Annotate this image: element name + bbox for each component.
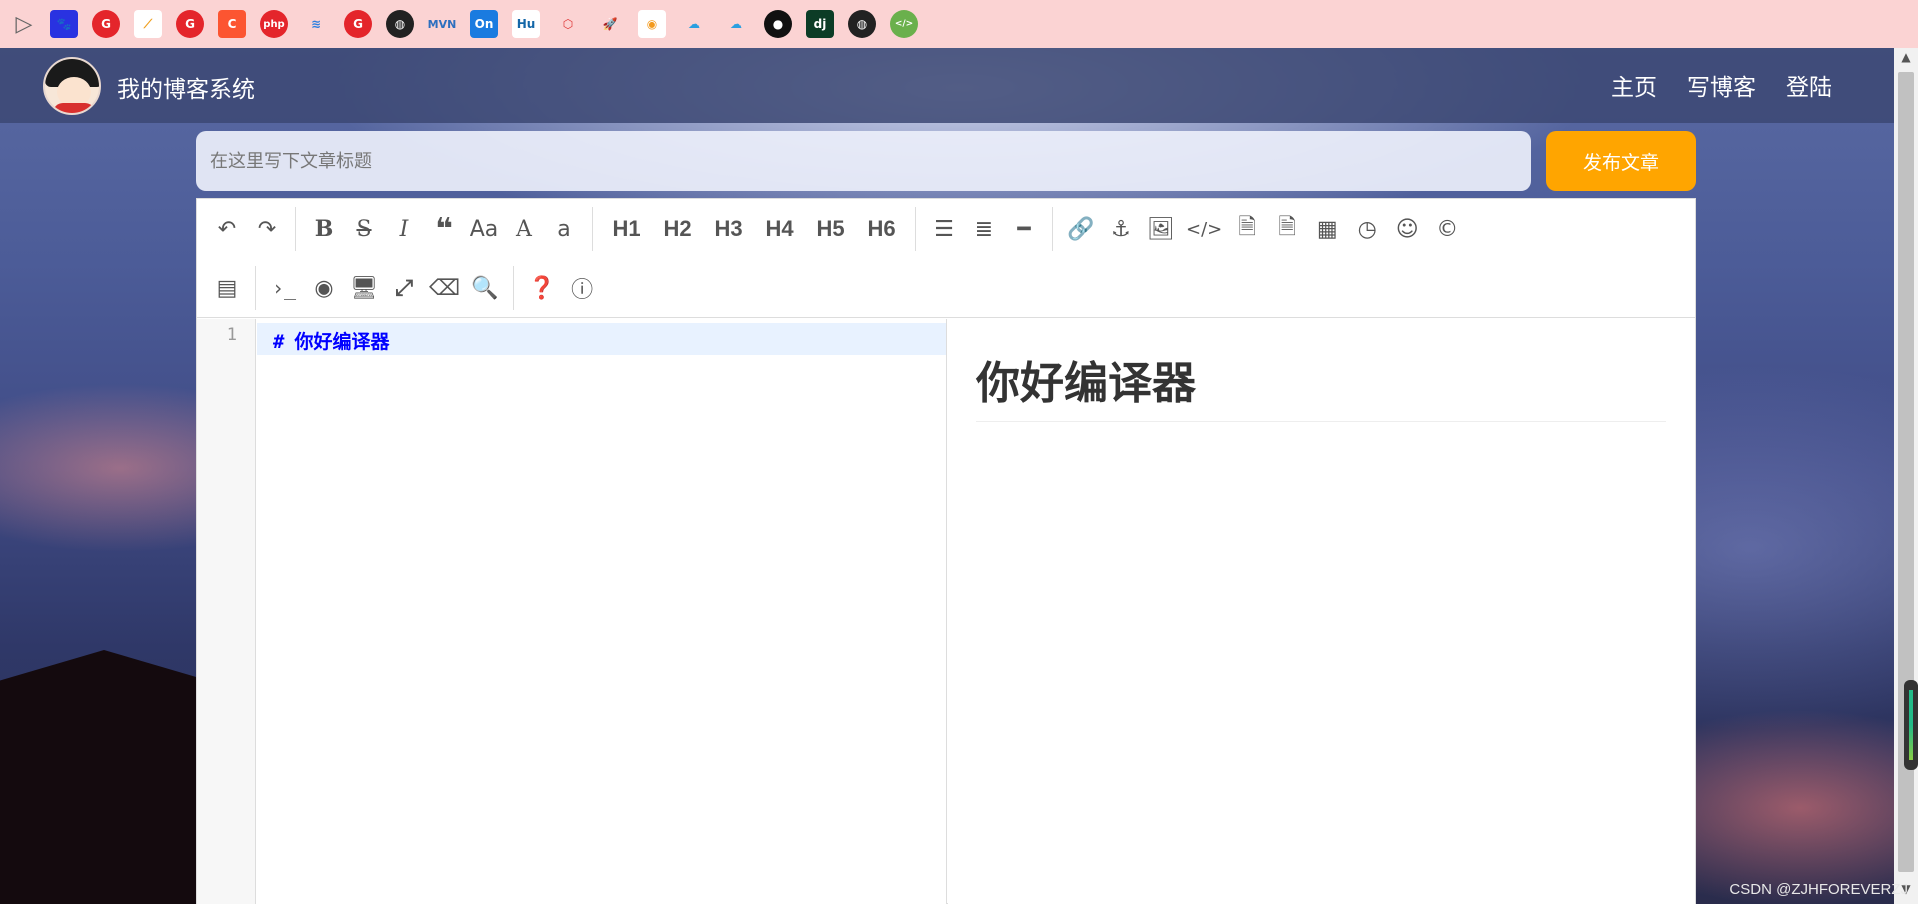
g-red-icon[interactable]: G [92, 10, 120, 38]
code-block-icon[interactable]: 🗎 [1227, 209, 1267, 249]
unordered-list-icon[interactable]: ☰ [924, 209, 964, 249]
search-icon[interactable]: 🔍 [465, 268, 505, 308]
heading-text: 你好编译器 [294, 331, 390, 353]
inline-code-icon[interactable]: </> [1181, 209, 1227, 249]
h1-icon[interactable]: H1 [601, 209, 652, 249]
quote-icon[interactable]: ❝ [424, 209, 464, 249]
help-icon[interactable]: ❓ [522, 268, 562, 308]
on-icon[interactable]: On [470, 10, 498, 38]
nav-link-home[interactable]: 主页 [1611, 68, 1657, 102]
info-icon[interactable]: ⓘ [562, 268, 602, 308]
rocket-icon[interactable]: 🚀 [596, 10, 624, 38]
cloud-icon[interactable]: ☁ [722, 10, 750, 38]
github-icon[interactable]: ● [764, 10, 792, 38]
italic-icon[interactable]: I [384, 209, 424, 249]
cloud-icon[interactable]: ☁ [680, 10, 708, 38]
horizontal-rule-icon[interactable]: ━ [1004, 209, 1044, 249]
mvn-icon[interactable]: MVN [428, 10, 457, 38]
preview-icon[interactable]: 🖥 [344, 268, 384, 308]
undo-icon[interactable]: ↶ [207, 209, 247, 249]
watermark: CSDN @ZJHFOREVERZJ [1729, 881, 1908, 898]
page-scrollbar[interactable]: ▲ ▼ [1894, 48, 1918, 904]
bold-icon[interactable]: B [304, 209, 344, 249]
h5-icon[interactable]: H5 [805, 209, 856, 249]
gitee-icon[interactable]: ◉ [638, 10, 666, 38]
image-icon[interactable]: 🖼 [1141, 209, 1181, 249]
ordered-list-icon[interactable]: ≣ [964, 209, 1004, 249]
h3-icon[interactable]: H3 [703, 209, 754, 249]
datetime-icon[interactable]: ◷ [1347, 209, 1387, 249]
nav-links: 主页 写博客 登陆 [1611, 68, 1832, 102]
line-number: 1 [226, 325, 237, 345]
uppercase-icon[interactable]: Aa [464, 209, 504, 249]
code-badge-icon[interactable]: </> [890, 10, 918, 38]
sidebar-toggle-icon[interactable]: ▷ [12, 10, 36, 38]
code-line[interactable]: # 你好编译器 [273, 327, 389, 354]
markdown-preview-pane: 你好编译器 [948, 319, 1695, 904]
lowercase-icon[interactable]: a [544, 209, 584, 249]
table-icon[interactable]: ▦ [1307, 209, 1347, 249]
site-navbar: 我的博客系统 主页 写博客 登陆 [0, 48, 1894, 123]
article-title-input[interactable] [196, 131, 1531, 191]
avatar[interactable] [43, 57, 101, 115]
markdown-editor: ↶ ↷ B S I ❝ Aa A a H1 H2 H3 H4 H5 H6 ☰ ≣… [196, 198, 1696, 904]
baidu-icon[interactable]: 🐾 [50, 10, 78, 38]
heading-marker: # [273, 331, 285, 353]
link-icon[interactable]: 🔗 [1061, 209, 1101, 249]
g-red-icon[interactable]: G [344, 10, 372, 38]
h6-icon[interactable]: H6 [856, 209, 907, 249]
nav-link-login[interactable]: 登陆 [1786, 68, 1832, 102]
nav-link-write-blog[interactable]: 写博客 [1687, 68, 1756, 102]
django-icon[interactable]: dj [806, 10, 834, 38]
slash-icon[interactable]: ⟋ [134, 10, 162, 38]
fullscreen-icon[interactable]: ⤢ [384, 268, 424, 308]
h4-icon[interactable]: H4 [754, 209, 805, 249]
font-size-icon[interactable]: A [504, 209, 544, 249]
preformatted-text-icon[interactable]: 🗎 [1267, 209, 1307, 249]
preview-heading: 你好编译器 [976, 347, 1666, 422]
site-title: 我的博客系统 [117, 77, 255, 103]
h2-icon[interactable]: H2 [652, 209, 703, 249]
globe-icon[interactable]: ◍ [848, 10, 876, 38]
cube-icon[interactable]: ⬡ [554, 10, 582, 38]
anchor-icon[interactable]: ⚓ [1101, 209, 1141, 249]
page-break-icon[interactable]: ▤ [207, 268, 247, 308]
scroll-up-icon[interactable]: ▲ [1894, 50, 1918, 68]
toggle-watch-icon[interactable]: ◉ [304, 268, 344, 308]
line-gutter: 1 [197, 319, 256, 904]
markdown-source-pane[interactable]: 1 # 你好编译器 [197, 319, 947, 904]
php-icon[interactable]: php [260, 10, 288, 38]
hu-icon[interactable]: Hu [512, 10, 540, 38]
redo-icon[interactable]: ↷ [247, 209, 287, 249]
html-entities-icon[interactable]: © [1427, 209, 1467, 249]
side-widget[interactable] [1904, 680, 1918, 770]
bookmarks-bar: ▷ 🐾 G ⟋ G C php ≋ G ◍ MVN On Hu ⬡ 🚀 ◉ ☁ … [0, 0, 1918, 48]
goto-line-icon[interactable]: ›_ [264, 268, 304, 308]
editor-toolbar: ↶ ↷ B S I ❝ Aa A a H1 H2 H3 H4 H5 H6 ☰ ≣… [197, 199, 1695, 318]
stack-icon[interactable]: ≋ [302, 10, 330, 38]
publish-button[interactable]: 发布文章 [1546, 131, 1696, 191]
csdn-icon[interactable]: C [218, 10, 246, 38]
clear-icon[interactable]: ⌫ [424, 268, 465, 308]
globe-icon[interactable]: ◍ [386, 10, 414, 38]
strikethrough-icon[interactable]: S [344, 209, 384, 249]
emoji-icon[interactable]: ☺ [1387, 209, 1427, 249]
g-red-icon[interactable]: G [176, 10, 204, 38]
